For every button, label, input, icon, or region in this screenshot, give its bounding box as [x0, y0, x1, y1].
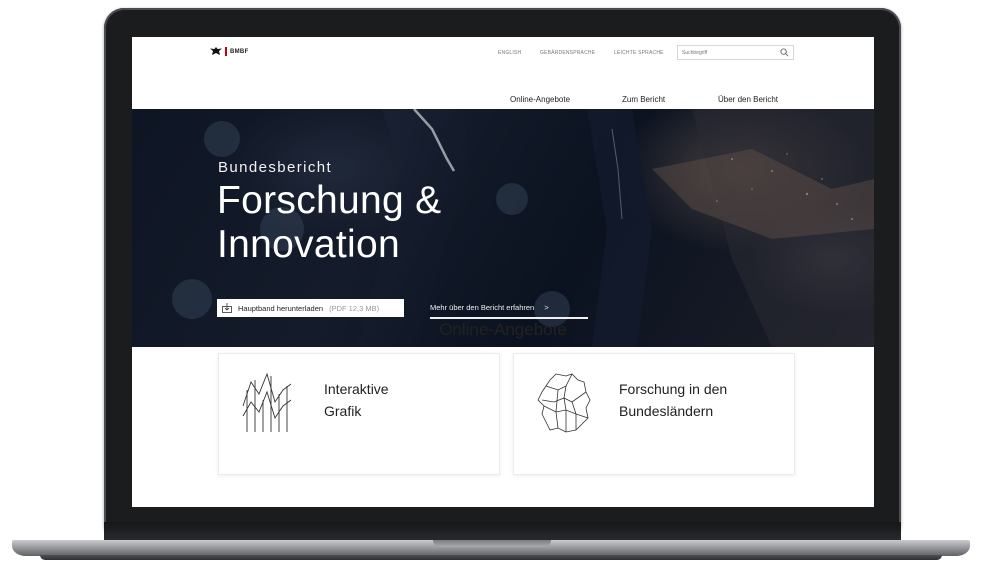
- laptop-opening-notch: [433, 540, 551, 547]
- search-icon[interactable]: [780, 48, 789, 57]
- browser-screen: BMBF ENGLISH GEBÄRDENSPRACHE LEICHTE SPR…: [132, 37, 874, 507]
- laptop-base-shadow: [40, 555, 942, 560]
- line-chart-icon: [242, 372, 292, 432]
- nav-zum-bericht[interactable]: Zum Bericht: [622, 95, 665, 104]
- laptop-hinge: [104, 522, 901, 542]
- card-interactive-graphic[interactable]: Interaktive Grafik: [218, 353, 500, 475]
- hero-title-line-2: Innovation: [217, 223, 400, 266]
- eagle-icon: [210, 47, 222, 55]
- link-easy-language[interactable]: LEICHTE SPRACHE: [614, 50, 664, 56]
- site-header: BMBF ENGLISH GEBÄRDENSPRACHE LEICHTE SPR…: [132, 37, 874, 109]
- logo-text: BMBF: [230, 48, 249, 55]
- more-about-report-link[interactable]: Mehr über den Bericht erfahren >: [430, 303, 588, 319]
- chevron-right-icon: >: [544, 303, 549, 312]
- link-sign-language[interactable]: GEBÄRDENSPRACHE: [540, 50, 595, 56]
- flag-stripe: [225, 47, 227, 56]
- bmbf-logo[interactable]: BMBF: [210, 47, 249, 56]
- hero-banner: Bundesbericht Forschung & Innovation Hau…: [132, 109, 874, 347]
- link-english[interactable]: ENGLISH: [498, 50, 521, 56]
- card-label-line-2: Bundesländern: [619, 403, 714, 419]
- download-label: Hauptband herunterladen: [238, 303, 324, 313]
- search-input[interactable]: [682, 49, 772, 57]
- hero-title-line-1: Forschung &: [217, 179, 442, 222]
- card-label-line-2: Grafik: [324, 403, 362, 419]
- hero-title: Forschung & Innovation: [217, 179, 441, 267]
- section-title: Online-Angebote: [439, 320, 567, 339]
- download-report-button[interactable]: Hauptband herunterladen (PDF 12,3 MB): [217, 299, 404, 317]
- hero-kicker: Bundesbericht: [218, 159, 333, 176]
- card-research-federal-states[interactable]: Forschung in den Bundesländern: [513, 353, 795, 475]
- card-label: Interaktive Grafik: [324, 378, 474, 422]
- download-file-meta: (PDF 12,3 MB): [329, 303, 380, 313]
- more-link-label: Mehr über den Bericht erfahren: [430, 303, 535, 312]
- germany-map-icon: [537, 373, 591, 433]
- download-icon: [222, 303, 232, 313]
- card-label-line-1: Forschung in den: [619, 381, 728, 397]
- card-label-line-1: Interaktive: [324, 381, 389, 397]
- nav-ueber-den-bericht[interactable]: Über den Bericht: [718, 95, 778, 104]
- nav-online-angebote[interactable]: Online-Angebote: [510, 95, 570, 104]
- card-label: Forschung in den Bundesländern: [619, 378, 769, 422]
- search-box: [677, 45, 794, 60]
